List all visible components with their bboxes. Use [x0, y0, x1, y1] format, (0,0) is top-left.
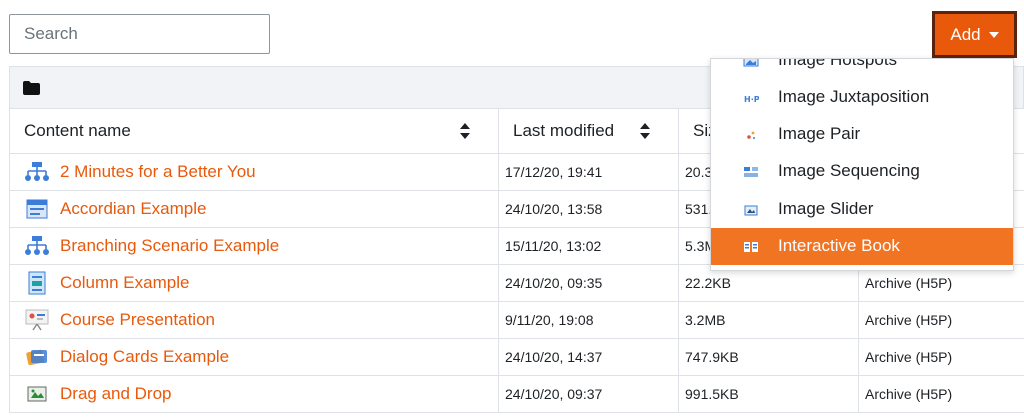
dropdown-item-label: Image Hotspots — [778, 58, 898, 69]
content-link[interactable]: Branching Scenario Example — [24, 234, 490, 258]
column-header-name[interactable]: Content name — [9, 108, 499, 154]
last-modified-cell: 24/10/20, 13:58 — [498, 190, 679, 228]
content-name-cell: Branching Scenario Example — [9, 227, 499, 265]
sort-icon[interactable] — [640, 123, 650, 139]
sort-icon[interactable] — [460, 123, 470, 139]
last-modified-cell: 9/11/20, 19:08 — [498, 301, 679, 339]
content-name: Dialog Cards Example — [60, 347, 230, 366]
content-name: Accordian Example — [60, 199, 207, 218]
dropdown-item[interactable]: Interactive Book — [711, 227, 1013, 265]
drag-drop-icon — [24, 382, 50, 406]
content-name: Drag and Drop — [60, 384, 172, 403]
image-slider-icon — [743, 202, 759, 216]
dropdown-item[interactable]: H·P Image Juxtaposition — [711, 78, 1013, 115]
presentation-icon — [24, 308, 50, 332]
column-header-modified[interactable]: Last modified — [498, 108, 679, 154]
content-link[interactable]: Drag and Drop — [24, 382, 490, 406]
search-input[interactable] — [9, 14, 270, 54]
content-name: 2 Minutes for a Better You — [60, 162, 256, 181]
dropdown-item-label: Image Sequencing — [778, 161, 920, 181]
image-hotspots-icon — [743, 59, 759, 67]
dropdown-item[interactable]: Image Hotspots — [711, 58, 1013, 78]
content-name-cell: Drag and Drop — [9, 375, 499, 413]
folder-icon[interactable] — [22, 80, 41, 96]
type-cell: Archive (H5P) — [858, 338, 1024, 376]
dropdown-item[interactable]: Image Slider — [711, 190, 1013, 227]
column-header-modified-label: Last modified — [513, 121, 615, 140]
caret-down-icon — [988, 31, 999, 38]
content-name-cell: 2 Minutes for a Better You — [9, 153, 499, 191]
branching-icon — [24, 160, 50, 184]
content-name: Branching Scenario Example — [60, 236, 280, 255]
content-name-cell: Course Presentation — [9, 301, 499, 339]
type-cell: Archive (H5P) — [858, 375, 1024, 413]
dropdown-item[interactable]: Image Pair — [711, 116, 1013, 153]
last-modified-cell: 24/10/20, 09:35 — [498, 264, 679, 302]
add-dropdown-menu: Image Hotspots H·P Image Juxtaposition Imag… — [710, 58, 1014, 271]
size-cell: 747.9KB — [678, 338, 859, 376]
content-link[interactable]: Accordian Example — [24, 197, 490, 221]
size-cell: 991.5KB — [678, 375, 859, 413]
branching-icon — [24, 234, 50, 258]
column-icon — [24, 271, 50, 295]
image-sequencing-icon — [743, 164, 759, 178]
dropdown-item-label: Image Pair — [778, 124, 861, 144]
type-cell: Archive (H5P) — [858, 301, 1024, 339]
content-link[interactable]: Column Example — [24, 271, 490, 295]
last-modified-cell: 15/11/20, 13:02 — [498, 227, 679, 265]
last-modified-cell: 24/10/20, 14:37 — [498, 338, 679, 376]
add-button[interactable]: Add — [932, 11, 1017, 58]
svg-text:H·P: H·P — [744, 95, 759, 104]
content-name-cell: Dialog Cards Example — [9, 338, 499, 376]
interactive-book-icon — [743, 239, 759, 253]
accordion-icon — [24, 197, 50, 221]
content-name: Course Presentation — [60, 310, 215, 329]
dialog-cards-icon — [24, 345, 50, 369]
last-modified-cell: 17/12/20, 19:41 — [498, 153, 679, 191]
content-link[interactable]: Course Presentation — [24, 308, 490, 332]
content-link[interactable]: Dialog Cards Example — [24, 345, 490, 369]
image-pair-icon — [743, 127, 759, 141]
add-button-label: Add — [950, 24, 981, 44]
content-name-cell: Accordian Example — [9, 190, 499, 228]
dropdown-item-label: Image Juxtaposition — [778, 86, 930, 106]
column-header-name-label: Content name — [24, 121, 131, 140]
dropdown-item-label: Image Slider — [778, 198, 874, 218]
last-modified-cell: 24/10/20, 09:37 — [498, 375, 679, 413]
content-name-cell: Column Example — [9, 264, 499, 302]
content-link[interactable]: 2 Minutes for a Better You — [24, 160, 490, 184]
size-cell: 3.2MB — [678, 301, 859, 339]
table-row: Drag and Drop 24/10/20, 09:37 991.5KB Archi… — [9, 375, 1024, 413]
content-name: Column Example — [60, 273, 190, 292]
h5p-icon: H·P — [743, 90, 760, 104]
table-row: Dialog Cards Example 24/10/20, 14:37 747.9… — [9, 338, 1024, 376]
dropdown-item-label: Interactive Book — [778, 236, 900, 255]
table-row: Course Presentation 9/11/20, 19:08 3.2MB Ar… — [9, 301, 1024, 339]
dropdown-item[interactable]: Image Sequencing — [711, 153, 1013, 190]
